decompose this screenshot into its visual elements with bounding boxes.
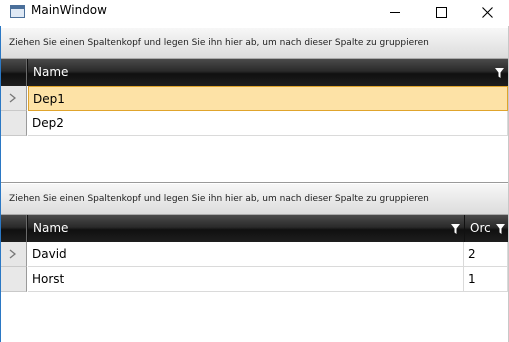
table-row[interactable]: David 2: [1, 242, 508, 267]
column-header-label: Name: [33, 65, 69, 79]
column-header-label: Orc: [470, 221, 491, 235]
column-header-label: Name: [33, 221, 69, 235]
header-indicator-cell: [1, 215, 27, 242]
column-header-row: Name: [1, 59, 508, 86]
title-bar: MainWindow: [0, 0, 509, 26]
minimize-button[interactable]: [372, 0, 418, 24]
maximize-icon: [435, 6, 447, 18]
row-indicator[interactable]: [1, 267, 27, 292]
app-window-icon: [10, 5, 25, 18]
filter-icon[interactable]: [495, 68, 504, 78]
grid-splitter: [1, 182, 508, 183]
header-indicator-cell: [1, 59, 27, 86]
name-cell[interactable]: Dep1: [28, 86, 508, 111]
current-row-arrow-icon: [9, 93, 16, 103]
filter-icon[interactable]: [496, 224, 505, 234]
row-indicator[interactable]: [1, 86, 27, 111]
close-button[interactable]: [464, 0, 509, 24]
order-cell[interactable]: 2: [464, 242, 508, 267]
group-by-panel[interactable]: Ziehen Sie einen Spaltenkopf und legen S…: [1, 28, 508, 59]
current-row-arrow-icon: [9, 249, 16, 259]
name-cell[interactable]: David: [28, 242, 464, 267]
close-icon: [481, 6, 493, 18]
column-header-order[interactable]: Orc: [464, 215, 508, 242]
table-row[interactable]: Dep2: [1, 111, 508, 136]
group-by-panel[interactable]: Ziehen Sie einen Spaltenkopf und legen S…: [1, 184, 508, 215]
table-row[interactable]: Dep1: [1, 86, 508, 111]
maximize-button[interactable]: [418, 0, 464, 24]
order-cell[interactable]: 1: [464, 267, 508, 292]
row-indicator[interactable]: [1, 242, 27, 267]
column-header-row: Name Orc: [1, 215, 508, 242]
window-title: MainWindow: [31, 3, 107, 17]
column-header-name[interactable]: Name: [27, 215, 464, 242]
table-row[interactable]: Horst 1: [1, 267, 508, 292]
minimize-icon: [390, 11, 400, 13]
name-cell[interactable]: Dep2: [28, 111, 508, 136]
column-header-name[interactable]: Name: [27, 59, 508, 86]
name-cell[interactable]: Horst: [28, 267, 464, 292]
filter-icon[interactable]: [451, 224, 460, 234]
row-indicator[interactable]: [1, 111, 27, 136]
